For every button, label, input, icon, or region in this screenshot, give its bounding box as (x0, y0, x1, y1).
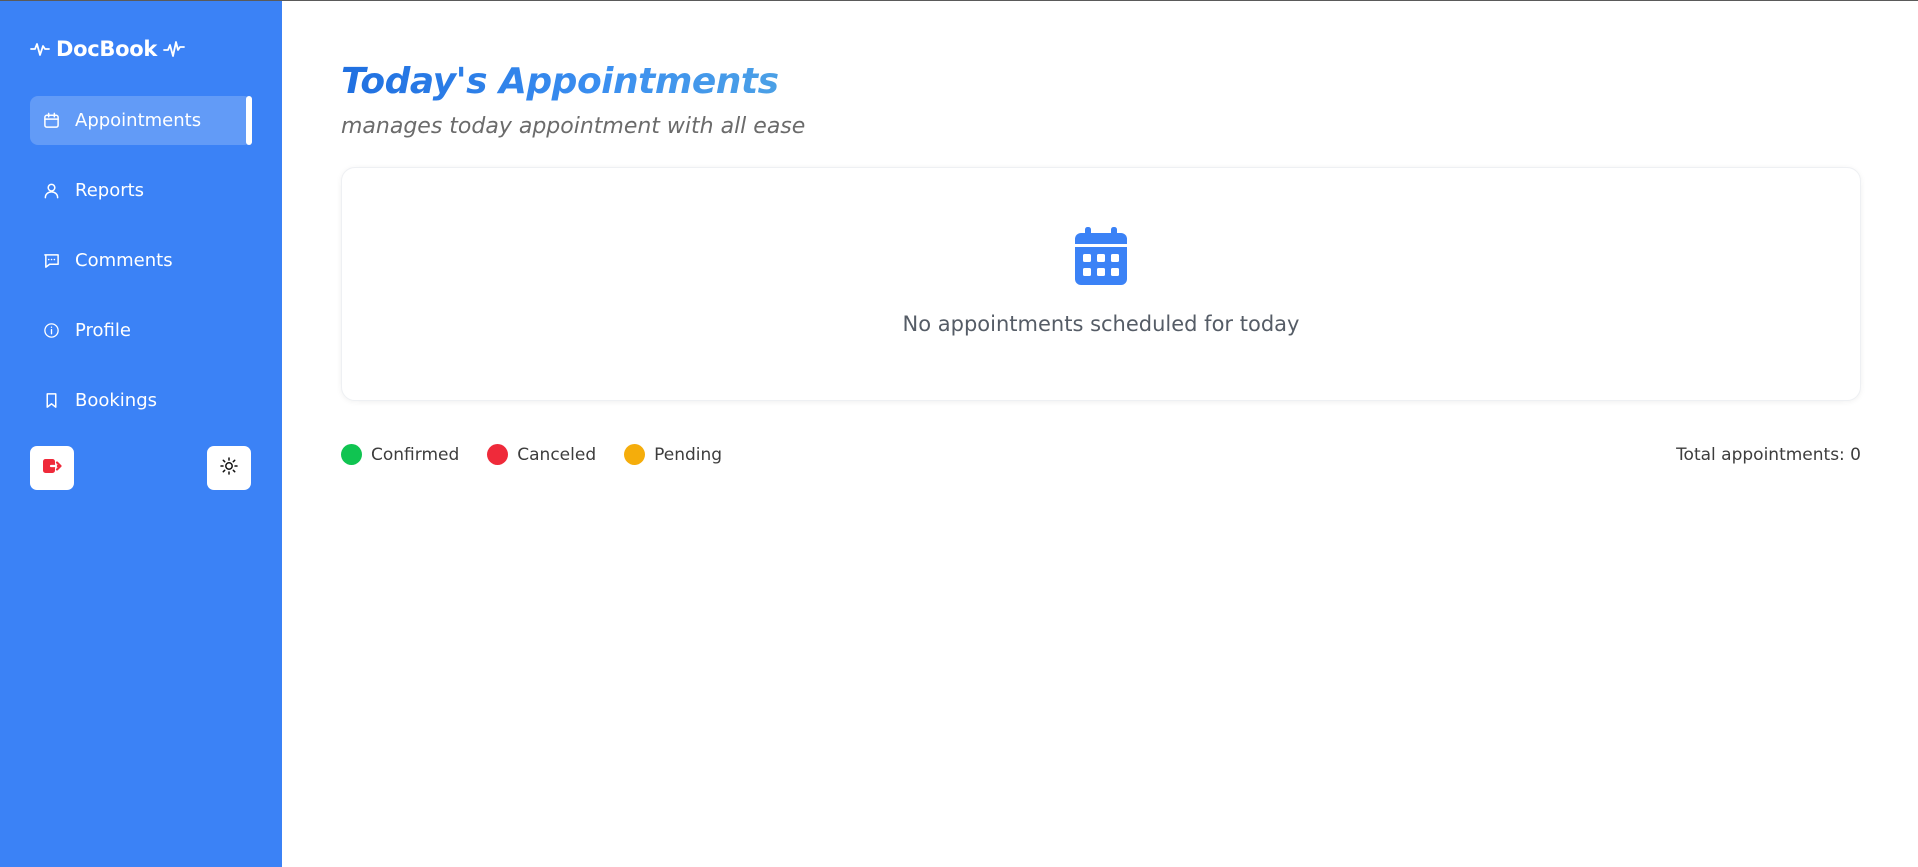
heartbeat-icon (30, 40, 50, 58)
total-appointments: Total appointments: 0 (1676, 445, 1861, 465)
sidebar-item-label: Comments (75, 250, 173, 271)
sidebar-item-label: Bookings (75, 390, 158, 411)
empty-state-card: No appointments scheduled for today (341, 167, 1861, 401)
main-content: Today's Appointments manages today appoi… (282, 1, 1918, 867)
theme-toggle-button[interactable] (207, 446, 251, 490)
empty-state-message: No appointments scheduled for today (902, 312, 1300, 336)
legend-label: Pending (654, 444, 723, 465)
logout-icon (42, 457, 62, 479)
sidebar-item-bookings[interactable]: Bookings (30, 376, 252, 425)
user-icon (42, 182, 60, 200)
status-dot (341, 444, 362, 465)
page-title: Today's Appointments (341, 61, 779, 102)
status-dot (487, 444, 509, 465)
sidebar-item-profile[interactable]: Profile (30, 306, 252, 355)
sidebar: DocBook Appointments Reports Comments Pr… (0, 1, 282, 867)
bookmark-icon (42, 392, 60, 410)
calendar-icon (1074, 226, 1128, 286)
comment-icon (42, 252, 60, 270)
brand-logo[interactable]: DocBook (30, 35, 185, 63)
page-subtitle: manages today appointment with all ease (341, 114, 806, 139)
sidebar-item-label: Reports (75, 180, 145, 201)
sidebar-item-label: Appointments (75, 110, 202, 131)
legend-item-canceled: Canceled (487, 444, 596, 465)
status-legend: Confirmed Canceled Pending (341, 444, 722, 465)
legend-label: Canceled (517, 444, 597, 465)
info-icon (42, 322, 60, 340)
legend-item-confirmed: Confirmed (341, 444, 459, 465)
heartbeat-icon (163, 39, 185, 59)
sidebar-item-reports[interactable]: Reports (30, 166, 252, 215)
sidebar-item-comments[interactable]: Comments (30, 236, 252, 285)
status-dot (624, 444, 646, 465)
sidebar-item-appointments[interactable]: Appointments (30, 96, 252, 145)
sidebar-nav: Appointments Reports Comments Profile Bo… (30, 96, 252, 446)
logout-button[interactable] (30, 446, 74, 490)
calendar-icon (42, 112, 60, 130)
legend-label: Confirmed (371, 444, 460, 465)
sidebar-item-label: Profile (75, 320, 131, 341)
brand-name: DocBook (56, 37, 158, 61)
sun-icon (220, 457, 238, 479)
app-window: DocBook Appointments Reports Comments Pr… (0, 0, 1918, 867)
legend-item-pending: Pending (624, 444, 722, 465)
